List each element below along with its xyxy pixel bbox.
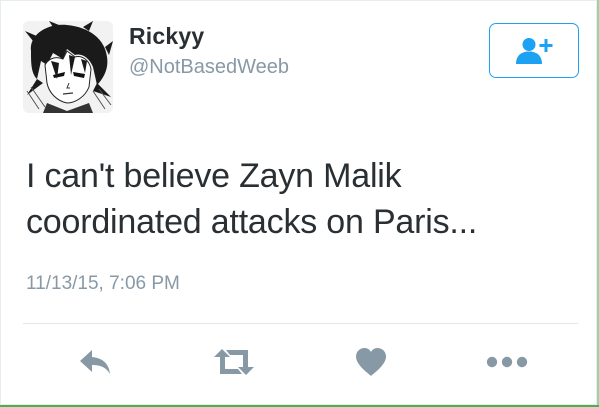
more-dots-icon [486, 356, 528, 368]
tweet-text-line: coordinated attacks on Paris... [26, 203, 478, 241]
tweet-text-line: I can't believe Zayn Malik [26, 157, 402, 195]
follow-button[interactable] [489, 23, 579, 78]
retweet-button[interactable] [211, 344, 257, 380]
user-handle[interactable]: @NotBasedWeeb [129, 56, 289, 79]
avatar-image [23, 21, 113, 113]
heart-icon [356, 348, 386, 376]
reply-button[interactable] [75, 344, 115, 380]
more-button[interactable] [485, 344, 529, 380]
tweet-card: Rickyy @NotBasedWeeb I can't believe Zay… [0, 0, 597, 405]
tweet-timestamp[interactable]: 11/13/15, 7:06 PM [26, 273, 180, 295]
tweet-text: I can't believe Zayn Malik coordinated a… [26, 153, 566, 245]
retweet-icon [214, 349, 254, 375]
user-display-name[interactable]: Rickyy [129, 23, 204, 50]
reply-icon [80, 350, 110, 374]
follow-user-plus-icon [516, 37, 553, 64]
like-button[interactable] [353, 344, 389, 380]
divider [23, 323, 578, 324]
avatar[interactable] [23, 21, 113, 113]
